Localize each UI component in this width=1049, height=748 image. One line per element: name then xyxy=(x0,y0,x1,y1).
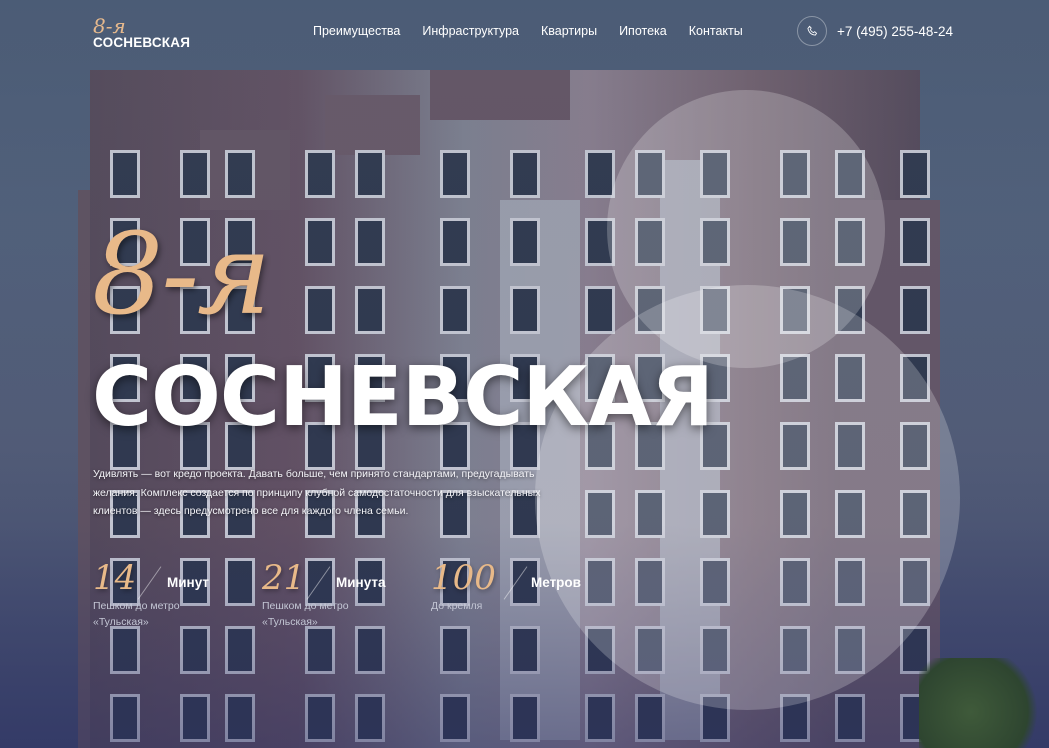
hero-description: Удивлять — вот кредо проекта. Давать бол… xyxy=(93,468,541,517)
nav-mortgage[interactable]: Ипотека xyxy=(619,24,667,38)
stat-unit: Минут xyxy=(167,575,209,590)
phone-icon[interactable] xyxy=(797,16,827,46)
logo-script: 8-я xyxy=(93,14,126,38)
stat-caption: До кремля xyxy=(431,600,483,612)
stat-unit: Метров xyxy=(531,575,581,590)
nav-contacts[interactable]: Контакты xyxy=(689,24,743,38)
hero-title: СОСНЕВСКАЯ xyxy=(92,350,714,445)
nav-advantages[interactable]: Преимущества xyxy=(313,24,400,38)
phone-number[interactable]: +7 (495) 255-48-24 xyxy=(837,24,953,39)
decorative-circle xyxy=(535,285,960,710)
stat-number: 14 xyxy=(93,558,137,598)
stat-caption: Пешком до метро «Тульская» xyxy=(93,600,180,628)
phone-link[interactable]: +7 (495) 255-48-24 xyxy=(797,16,953,46)
trees xyxy=(919,658,1049,748)
stat-caption: Пешком до метро «Тульская» xyxy=(262,600,349,628)
nav-apartments[interactable]: Квартиры xyxy=(541,24,597,38)
logo-name: СОСНЕВСКАЯ xyxy=(93,35,191,50)
stat-number: 100 xyxy=(431,558,496,598)
stat-unit: Минута xyxy=(336,575,386,590)
stat-number: 21 xyxy=(262,558,306,598)
logo[interactable]: 8-я СОСНЕВСКАЯ xyxy=(93,16,190,50)
nav-infrastructure[interactable]: Инфраструктура xyxy=(422,24,519,38)
hero-script-title: 8-я xyxy=(92,210,271,340)
main-nav: Преимущества Инфраструктура Квартиры Ипо… xyxy=(313,24,765,38)
